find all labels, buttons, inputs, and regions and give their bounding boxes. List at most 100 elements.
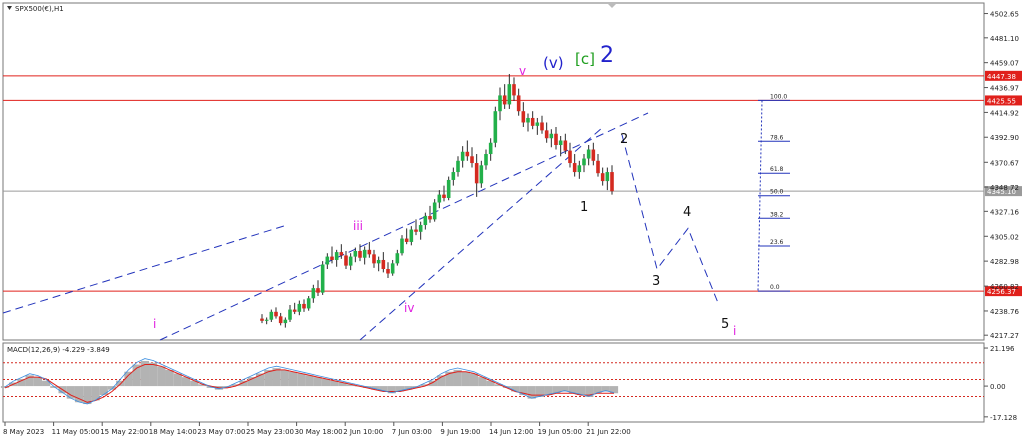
candle-body xyxy=(428,216,432,220)
candle-body xyxy=(446,179,451,198)
wave-label: 1 xyxy=(580,200,588,215)
price-tick-label: 4217.27 xyxy=(990,332,1019,340)
chart-root: SPX500(€),H1 100.078.661.850.038.223.60.… xyxy=(0,0,1024,441)
candle-body xyxy=(540,122,544,131)
time-tick-label: 9 Jun 19:00 xyxy=(440,428,480,436)
macd-histogram-bar xyxy=(165,369,174,387)
candle-body xyxy=(381,259,386,269)
candle-body xyxy=(348,256,353,266)
fib-level-label: 23.6 xyxy=(770,239,784,246)
candle-body xyxy=(586,149,591,159)
candle-body xyxy=(502,95,507,105)
candle-body xyxy=(437,194,442,203)
price-tick-label: 4305.02 xyxy=(990,233,1019,241)
price-tick-label: 4238.76 xyxy=(990,308,1019,316)
candle-body xyxy=(288,309,292,320)
macd-histogram-bar xyxy=(288,371,298,387)
candle-body xyxy=(591,149,596,161)
candle-body xyxy=(498,95,502,112)
price-tick-label: 4348.72 xyxy=(990,184,1019,192)
candle-body xyxy=(353,250,358,257)
candle-body xyxy=(386,268,390,274)
candle-body xyxy=(330,256,334,260)
time-tick-label: 14 Jun 12:00 xyxy=(489,428,533,436)
fib-level-label: 0.0 xyxy=(770,284,780,291)
candle xyxy=(446,176,451,201)
candle-body xyxy=(577,165,582,173)
candle-body xyxy=(479,165,484,184)
symbol-header: SPX500(€),H1 xyxy=(7,5,64,13)
macd-histogram-bar xyxy=(173,373,182,387)
price-tick-label: 4260.82 xyxy=(990,283,1019,291)
candle-body xyxy=(582,158,586,166)
price-tick-label: 4414.92 xyxy=(990,109,1019,117)
candle-body xyxy=(610,172,614,192)
candle-body xyxy=(283,319,288,324)
candle-body xyxy=(484,154,488,166)
candle-body xyxy=(512,84,516,96)
candle-body xyxy=(274,311,278,317)
candle-body xyxy=(264,319,269,321)
candle-body xyxy=(362,249,367,258)
fib-level-label: 50.0 xyxy=(770,189,784,196)
wave-label: 4 xyxy=(683,205,691,220)
candle-body xyxy=(316,288,320,293)
candle-body xyxy=(456,160,460,173)
candle-body xyxy=(507,84,512,105)
price-tick-label: 4370.67 xyxy=(990,159,1019,167)
fib-level-label: 100.0 xyxy=(770,93,787,100)
price-tick-label: 4436.97 xyxy=(990,85,1019,93)
time-tick-label: 7 Jun 03:00 xyxy=(392,428,432,436)
candle-body xyxy=(311,288,316,299)
price-level-tag-label: 4447.38 xyxy=(987,73,1016,81)
candle-body xyxy=(344,255,348,266)
candle-body xyxy=(465,151,470,157)
candle-body xyxy=(358,250,362,258)
candle-body xyxy=(390,263,395,274)
candle-body xyxy=(260,318,264,321)
macd-histogram-bar xyxy=(469,373,479,387)
macd-histogram-bar xyxy=(297,373,306,387)
candle-body xyxy=(516,95,521,112)
time-tick-label: 30 May 18:00 xyxy=(295,428,343,436)
candle-body xyxy=(526,117,530,123)
candle-body xyxy=(395,253,400,264)
candle xyxy=(320,261,325,295)
macd-label: MACD(12,26,9) -4.229 -3.849 xyxy=(7,346,110,354)
candle-body xyxy=(292,309,297,312)
candle-body xyxy=(278,316,283,324)
candle-body xyxy=(400,238,404,254)
time-tick-label: 8 May 2023 xyxy=(3,428,44,436)
candle-body xyxy=(530,117,535,126)
time-tick-label: 21 Jun 22:00 xyxy=(586,428,630,436)
macd-histogram-bar xyxy=(33,377,43,387)
wave-label: i xyxy=(733,324,736,338)
candle-body xyxy=(325,256,330,265)
candle-body xyxy=(568,150,572,164)
candle-body xyxy=(442,194,446,198)
candle-body xyxy=(596,160,600,174)
macd-tick-label: -17.128 xyxy=(990,414,1017,422)
candle-body xyxy=(269,311,274,320)
candle-body xyxy=(409,229,414,242)
wave-label: 2 xyxy=(600,43,614,68)
macd-histogram-bar xyxy=(305,375,314,387)
price-tick-label: 4502.65 xyxy=(990,11,1019,19)
macd-tick-label: 0.00 xyxy=(990,383,1006,391)
candle-body xyxy=(414,229,418,232)
wave-label: [c] xyxy=(575,50,595,68)
macd-histogram-bar xyxy=(280,369,289,387)
candle-body xyxy=(488,142,493,155)
candle xyxy=(432,199,437,222)
candle-body xyxy=(372,254,376,264)
price-level-tag-label: 4425.55 xyxy=(987,97,1016,105)
price-tick-label: 4327.16 xyxy=(990,208,1019,216)
wave-label: (v) xyxy=(543,54,564,72)
time-tick-label: 2 Jun 10:00 xyxy=(343,428,383,436)
time-tick-label: 19 Jun 05:00 xyxy=(538,428,582,436)
candle-body xyxy=(470,156,474,164)
time-tick-label: 23 May 07:00 xyxy=(197,428,245,436)
wave-label: 2 xyxy=(620,132,628,147)
candle-body xyxy=(474,163,479,184)
candle-body xyxy=(563,140,568,151)
